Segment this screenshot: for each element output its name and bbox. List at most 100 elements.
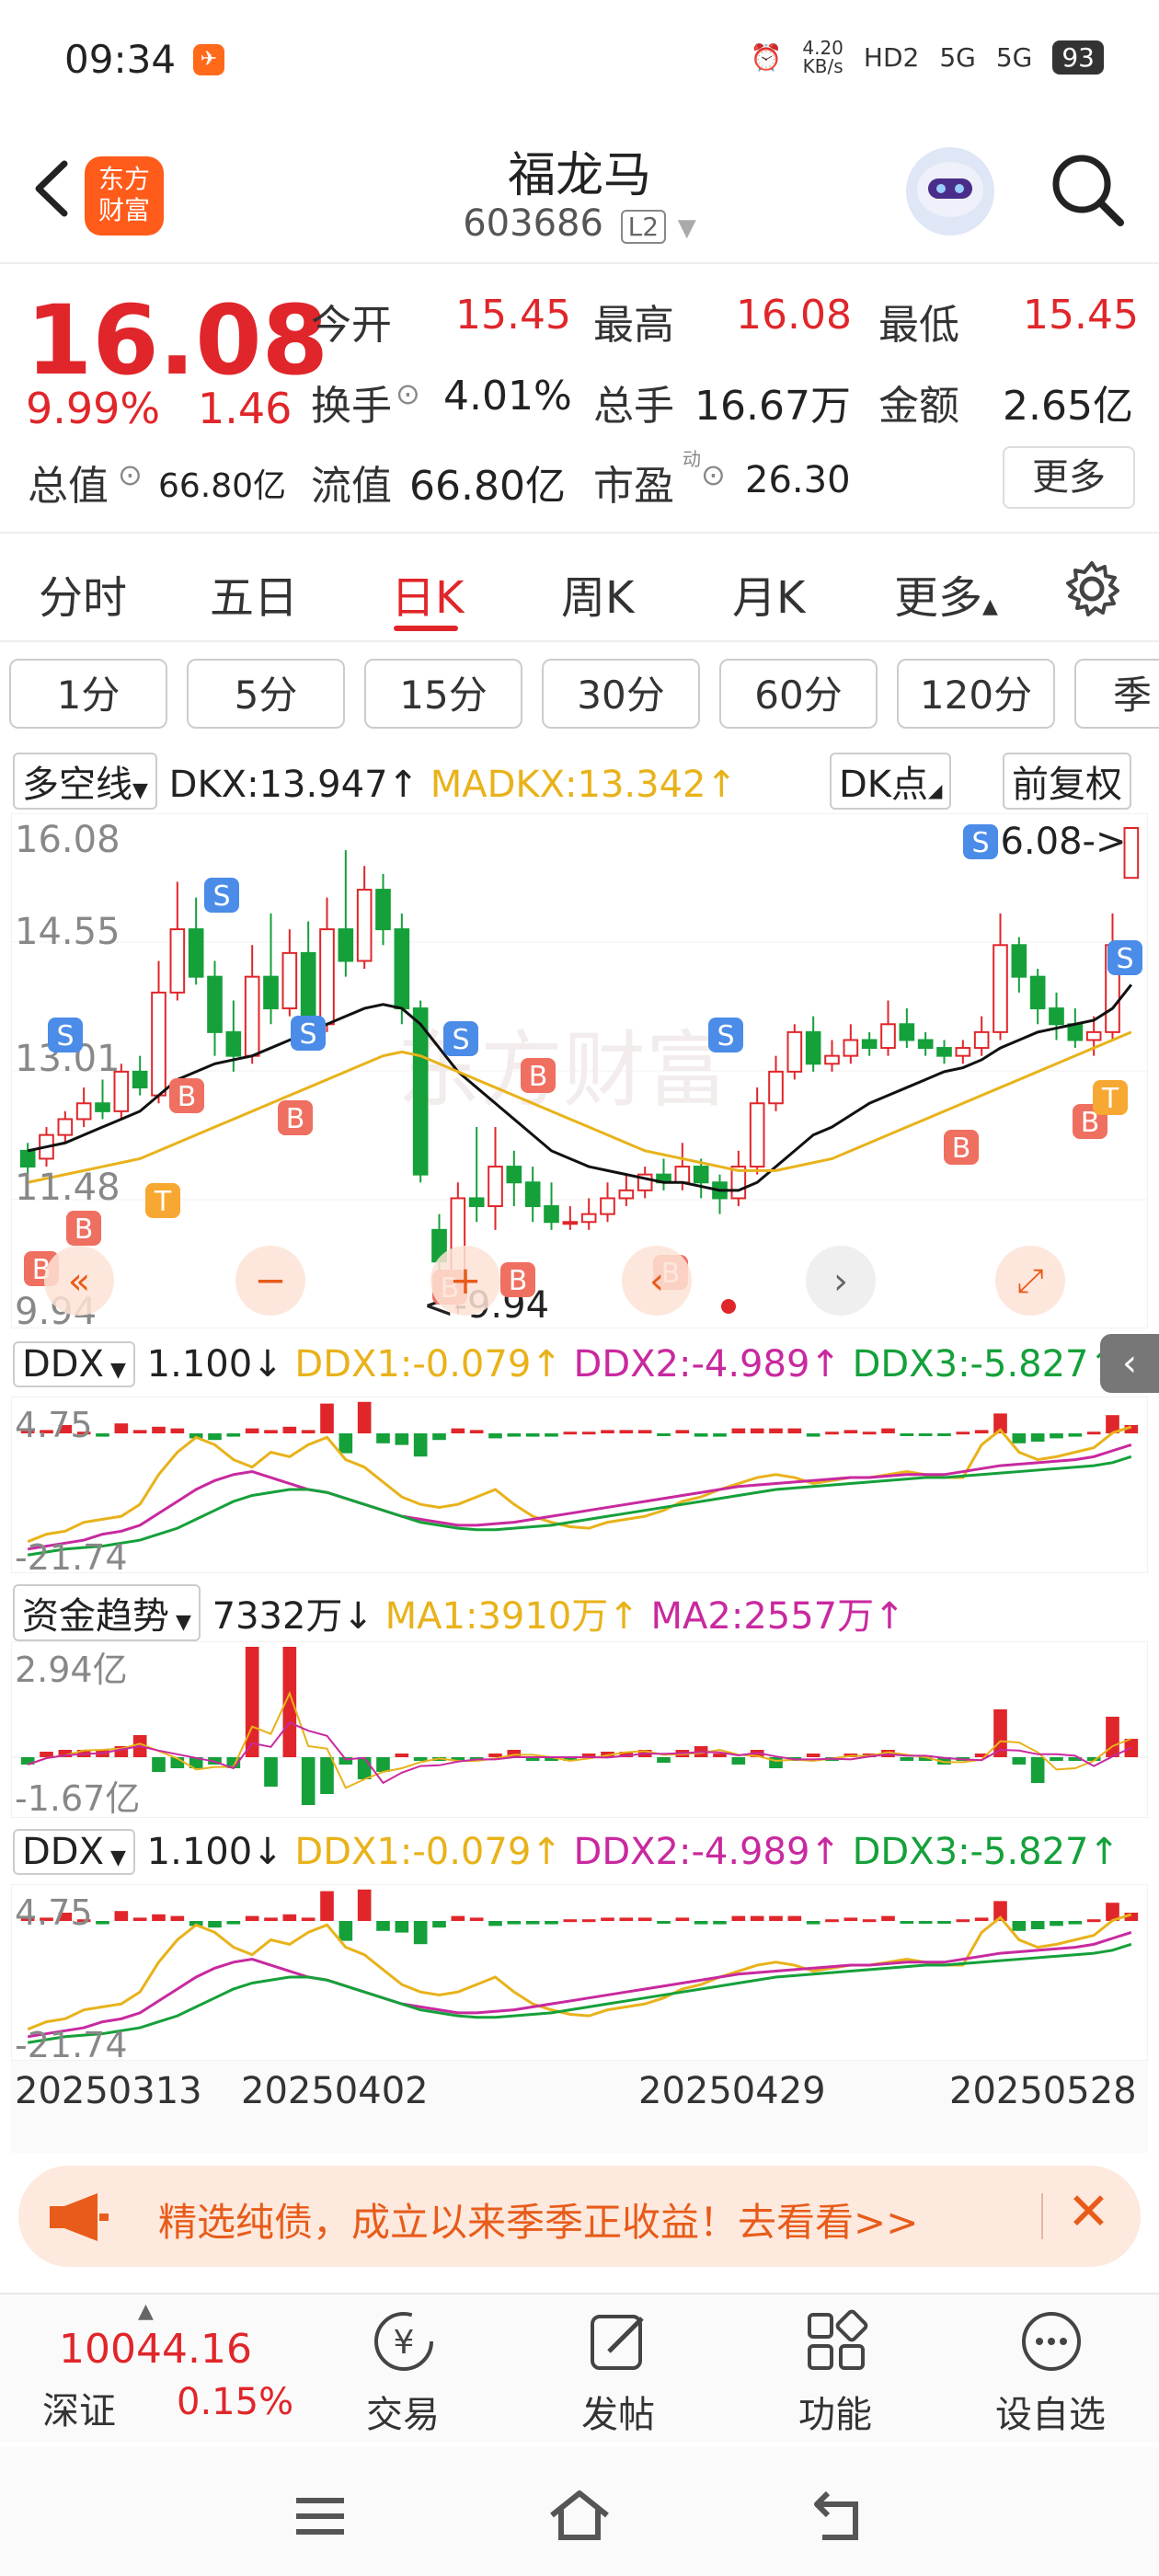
candle — [468, 1197, 485, 1208]
arrow-up-icon: ↑ — [531, 1831, 562, 1873]
indicator-dropdown[interactable]: 多空线▼ — [13, 753, 157, 810]
tab-daily-k[interactable]: 日K — [391, 561, 464, 626]
tab-five-day[interactable]: 五日 — [210, 561, 298, 626]
collapse-panel-button[interactable]: ‹ — [1100, 1334, 1159, 1393]
arrow-down-icon: ↓ — [252, 1343, 283, 1386]
minute-button-15[interactable]: 15分 — [364, 659, 522, 729]
ddx-bar — [1068, 1921, 1083, 1925]
nav-post[interactable]: 发帖 — [535, 2385, 701, 2438]
candle — [207, 975, 223, 1033]
nav-functions[interactable]: 功能 — [752, 2385, 918, 2438]
home-icon[interactable] — [546, 2488, 613, 2543]
status-time: 09:34 — [64, 37, 177, 82]
fund-dropdown[interactable]: 资金趋势 ▼ — [13, 1584, 201, 1641]
signal-letter: B — [509, 1265, 528, 1297]
minute-button-season[interactable]: 季 — [1074, 659, 1159, 729]
date-label: 20250528 — [949, 2070, 1137, 2112]
ddx-bar — [731, 1428, 746, 1433]
minute-button-5[interactable]: 5分 — [187, 659, 345, 729]
expand-icon: ⤢ — [1017, 1262, 1044, 1300]
ddx-dropdown[interactable]: DDX ▼ — [13, 1829, 135, 1875]
menu-icon[interactable] — [291, 2493, 350, 2539]
info-icon[interactable]: ⊙ — [118, 457, 143, 492]
tab-more[interactable]: 更多▲ — [894, 561, 998, 626]
candle — [955, 1047, 971, 1057]
ddx-bar — [282, 1914, 297, 1921]
dk-point-button[interactable]: DK点◢ — [830, 753, 952, 810]
ddx-y-bottom: -21.74 — [15, 1537, 128, 1573]
fund-bar — [806, 1754, 820, 1757]
candlestick-chart[interactable]: 东方财富 16.08 14.55 13.01 11.48 9.94 16.08-… — [11, 813, 1148, 1328]
header: 东方 财富 福龙马 603686 L2 ▼ — [0, 120, 1159, 258]
date-label: 20250402 — [241, 2070, 429, 2112]
index-value[interactable]: 10044.16 — [59, 2326, 252, 2373]
ddx-bar — [96, 1921, 109, 1925]
promo-banner[interactable]: 精选纯债，成立以来季季正收益！去看看>> ✕ — [18, 2166, 1141, 2267]
functions-icon[interactable] — [802, 2307, 870, 2375]
ddx-bar — [657, 1921, 671, 1924]
minute-button-30[interactable]: 30分 — [542, 659, 700, 729]
info-icon[interactable]: ⊙ — [701, 457, 726, 492]
ddx-bar — [694, 1433, 708, 1437]
tab-weekly-k[interactable]: 周K — [561, 561, 634, 626]
ddx-bar — [432, 1433, 446, 1441]
more-dots-icon[interactable] — [1017, 2307, 1085, 2375]
ddx-y-top: 4.75 — [15, 1892, 93, 1933]
chart-frame — [11, 1884, 1148, 2061]
ddx2-value: DDX2:-4.989 — [573, 1831, 810, 1873]
candle — [562, 1221, 579, 1225]
app-notification-icon: ✈ — [193, 44, 224, 75]
ddx-bar — [96, 1433, 109, 1437]
date-label: 20250429 — [638, 2070, 826, 2112]
candle — [132, 1070, 148, 1089]
dkx-value: DKX:13.947 — [168, 764, 388, 806]
main-indicator-row: 多空线▼ DKX:13.947↑ MADKX:13.342↑ — [13, 753, 737, 810]
post-icon[interactable] — [585, 2307, 653, 2375]
candle — [993, 944, 1008, 1033]
info-icon[interactable]: ⊙ — [396, 376, 420, 411]
assistant-robot-icon[interactable] — [906, 147, 994, 236]
ddx-bar — [862, 1919, 877, 1923]
ddx-dropdown[interactable]: DDX ▼ — [13, 1341, 135, 1387]
candle — [75, 1102, 92, 1121]
candle — [917, 1039, 934, 1050]
ddx-bar — [208, 1433, 222, 1441]
caret-up-icon: ▲ — [982, 595, 998, 618]
ddx-chart-2: 4.75 -21.74 — [11, 1884, 1148, 2061]
minute-button-1[interactable]: 1分 — [9, 659, 167, 729]
trade-icon[interactable]: ¥ — [370, 2307, 438, 2375]
search-icon[interactable] — [1047, 149, 1130, 232]
nav-trade[interactable]: 交易 — [320, 2385, 486, 2438]
signal-letter: S — [717, 1020, 734, 1052]
arrow-up-icon: ↑ — [809, 1343, 841, 1386]
fund-name: 资金趋势 — [22, 1595, 169, 1638]
ddx-bar — [713, 1921, 727, 1925]
ddx-bar — [469, 1917, 484, 1921]
fund-trend-chart: 2.94亿 -1.67亿 — [11, 1641, 1148, 1818]
tab-minute[interactable]: 分时 — [39, 561, 127, 626]
settings-gear-icon[interactable] — [1062, 559, 1121, 618]
minute-button-120[interactable]: 120分 — [897, 659, 1055, 729]
ddx-bar — [750, 1915, 764, 1921]
ddx-bar — [1068, 1433, 1083, 1437]
nav-add-watchlist[interactable]: 设自选 — [968, 2385, 1133, 2438]
low-label: 最低 — [878, 302, 959, 349]
ddx-bar — [825, 1919, 839, 1923]
candle — [338, 928, 354, 962]
minute-button-60[interactable]: 60分 — [719, 659, 878, 729]
fund-bar — [264, 1757, 278, 1787]
fund-bar — [395, 1754, 409, 1757]
adjust-button[interactable]: 前复权 — [1003, 753, 1131, 810]
ddx-bar — [282, 1426, 297, 1433]
close-icon[interactable]: ✕ — [1067, 2182, 1110, 2242]
pe-label: 市盈 — [593, 463, 674, 510]
tab-monthly-k[interactable]: 月K — [732, 561, 805, 626]
candle — [188, 928, 204, 978]
battery-icon: 93 — [1052, 40, 1104, 75]
more-button[interactable]: 更多 — [1003, 446, 1135, 509]
arrow-down-icon: ↓ — [342, 1595, 373, 1638]
open-value: 15.45 — [455, 292, 571, 339]
ddx-bar — [918, 1433, 933, 1436]
back-nav-icon[interactable] — [809, 2488, 868, 2543]
change-value: 1.46 — [198, 384, 293, 433]
